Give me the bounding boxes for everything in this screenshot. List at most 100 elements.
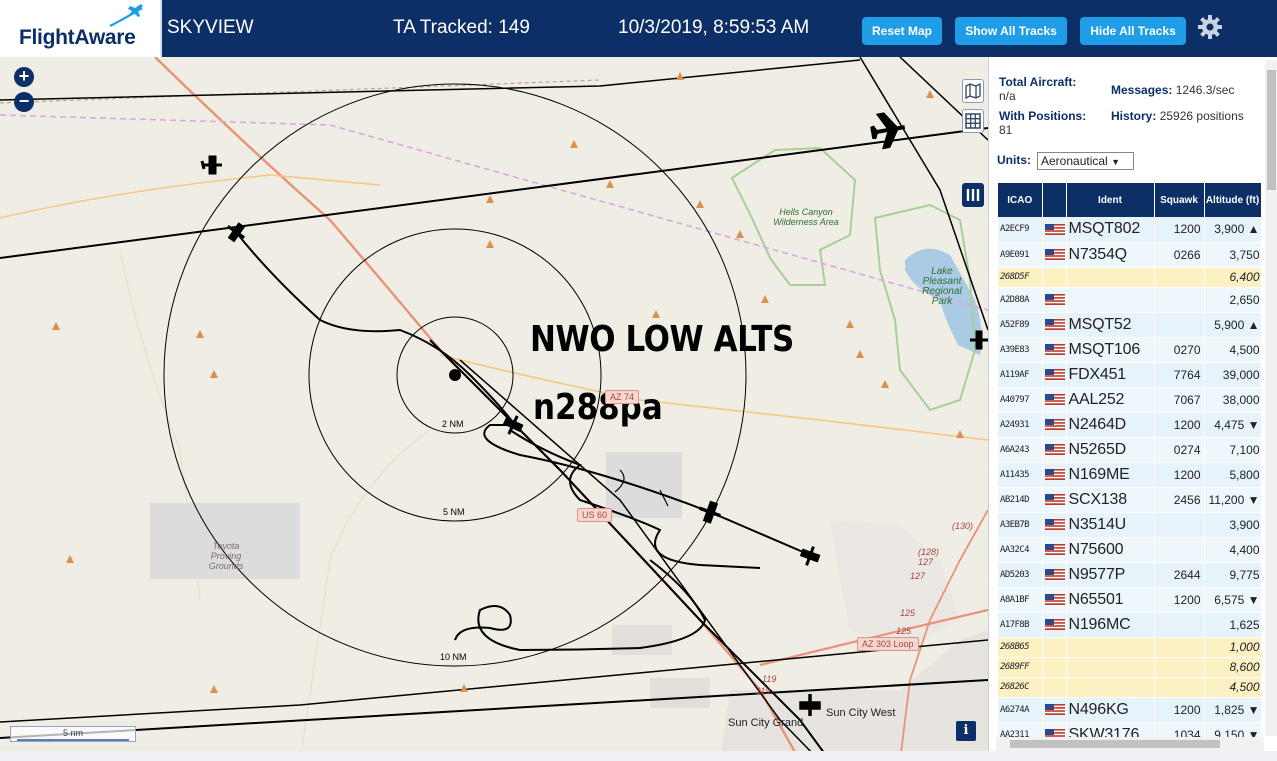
squawk-cell <box>1154 312 1205 338</box>
road-number-127a: 127 <box>918 557 934 567</box>
sidebar-vertical-scrollbar[interactable] <box>1265 60 1277 736</box>
table-row[interactable]: AB214D SCX138 2456 11,200 ▼ <box>998 487 1261 513</box>
aircraft-icon[interactable] <box>799 544 821 568</box>
with-positions-label: With Positions: <box>999 109 1087 123</box>
map-info-button[interactable]: i <box>956 721 976 741</box>
aircraft-icon[interactable] <box>200 155 222 175</box>
ident-cell: MSQT52 <box>1066 312 1155 338</box>
icao-cell: A3EB7B <box>998 512 1043 538</box>
columns-toggle-button[interactable] <box>962 183 984 207</box>
table-row[interactable]: AD5203 N9577P 2644 9,775 <box>998 562 1261 588</box>
column-header-ident[interactable]: Ident <box>1066 183 1155 217</box>
table-row[interactable]: 26826C 4,500 <box>998 677 1261 698</box>
squawk-cell: 1200 <box>1154 462 1205 488</box>
us-flag-icon <box>1044 468 1065 480</box>
altitude-cell: 39,000 <box>1204 362 1261 388</box>
us-flag-icon <box>1044 493 1065 505</box>
ident-cell <box>1066 267 1155 288</box>
altitude-cell: 2,650 <box>1204 287 1261 313</box>
vertical-scroll-thumb[interactable] <box>1267 70 1276 190</box>
flag-cell <box>1042 487 1067 513</box>
altitude-cell: 7,100 <box>1204 437 1261 463</box>
flightaware-logo[interactable]: FlightAware <box>0 0 162 57</box>
icao-cell: AA32C4 <box>998 537 1043 563</box>
squawk-cell: 1200 <box>1154 412 1205 438</box>
table-row[interactable]: A3EB7B N3514U 3,900 <box>998 512 1261 538</box>
table-row[interactable]: A52F89 MSQT52 5,900 ▲ <box>998 312 1261 338</box>
table-row[interactable]: A2ECF9 MSQT802 1200 3,900 ▲ <box>998 217 1261 243</box>
table-row[interactable]: A8A1BF N65501 1200 6,575 ▼ <box>998 587 1261 613</box>
ident-cell: N9577P <box>1066 562 1155 588</box>
aircraft-table-container[interactable]: ICAO Ident Squawk Altitude (ft) A2ECF9 MS… <box>998 183 1261 737</box>
top-header: FlightAware SKYVIEW TA Tracked: 149 10/3… <box>0 0 1277 57</box>
flag-cell <box>1042 437 1067 463</box>
current-datetime: 10/3/2019, 8:59:53 AM <box>618 17 810 38</box>
table-row[interactable]: 268D5F 6,400 <box>998 267 1261 288</box>
road-number-127b: 127 <box>910 571 926 581</box>
flag-cell <box>1042 312 1067 338</box>
road-number-119a: 119 <box>762 674 777 684</box>
aircraft-sidebar: Total Aircraft: n/a Messages: 1246.3/sec… <box>988 57 1277 761</box>
table-row[interactable]: AA2311 SKW3176 1034 9,150 ▼ <box>998 722 1261 737</box>
map-icon <box>965 83 981 99</box>
altitude-cell: 3,900 <box>1204 512 1261 538</box>
table-row[interactable]: A11435 N169ME 1200 5,800 <box>998 462 1261 488</box>
map-canvas[interactable] <box>0 57 988 761</box>
grid-toggle-button[interactable] <box>962 109 984 133</box>
logo-text: FlightAware <box>19 26 136 49</box>
column-header-icao[interactable]: ICAO <box>998 183 1043 217</box>
map-layers-button[interactable] <box>962 79 984 103</box>
table-row[interactable]: 2689FF 8,600 <box>998 657 1261 678</box>
zoom-in-button[interactable]: + <box>14 67 34 87</box>
aircraft-icon[interactable] <box>697 500 724 524</box>
table-row[interactable]: A6A243 N5265D 0274 7,100 <box>998 437 1261 463</box>
column-header-flag[interactable] <box>1042 183 1067 217</box>
app-name: SKYVIEW <box>167 17 254 38</box>
altitude-cell: 8,600 <box>1204 657 1261 678</box>
minor-road-west <box>0 174 381 219</box>
table-row[interactable]: A2D88A 2,650 <box>998 287 1261 313</box>
table-horizontal-scrollbar[interactable] <box>996 737 1264 751</box>
table-row[interactable]: A39E83 MSQT106 0270 4,500 <box>998 337 1261 363</box>
table-row[interactable]: A40797 AAL252 7067 38,000 <box>998 387 1261 413</box>
place-label-lake-pleasant: Lake Pleasant Regional Park <box>922 266 962 307</box>
altitude-cell: 5,900 ▲ <box>1204 312 1261 338</box>
skyview-app: FlightAware SKYVIEW TA Tracked: 149 10/3… <box>0 0 1277 761</box>
icao-cell: 268B65 <box>998 637 1043 658</box>
altitude-cell: 38,000 <box>1204 387 1261 413</box>
boundary-line <box>0 114 988 311</box>
table-row[interactable]: A17F8B N196MC 1,625 <box>998 612 1261 638</box>
flag-cell <box>1042 657 1067 678</box>
ident-cell: N2464D <box>1066 412 1155 438</box>
history-label: History: <box>1111 109 1157 123</box>
gear-icon[interactable] <box>1197 14 1223 40</box>
squawk-cell: 0274 <box>1154 437 1205 463</box>
dashed-line-north <box>0 79 601 104</box>
table-row[interactable]: A6274A N496KG 1200 1,825 ▼ <box>998 697 1261 723</box>
reset-map-button[interactable]: Reset Map <box>862 17 942 45</box>
table-header-row: ICAO Ident Squawk Altitude (ft) <box>998 183 1261 217</box>
table-row[interactable]: A119AF FDX451 7764 39,000 <box>998 362 1261 388</box>
us-flag-icon <box>1044 223 1065 235</box>
aircraft-icon[interactable] <box>223 220 249 245</box>
icao-cell: AA2311 <box>998 722 1043 737</box>
table-row[interactable]: A9E091 N7354Q 0266 3,750 <box>998 242 1261 268</box>
altitude-cell: 6,400 <box>1204 267 1261 288</box>
squawk-cell: 0266 <box>1154 242 1205 268</box>
column-header-squawk[interactable]: Squawk <box>1154 183 1205 217</box>
units-select[interactable]: Aeronautical ▼ <box>1037 152 1134 170</box>
zoom-out-button[interactable]: − <box>14 92 34 112</box>
us-flag-icon <box>1044 443 1065 455</box>
annotation-callsign: n288pa <box>533 387 663 428</box>
table-row[interactable]: 268B65 1,000 <box>998 637 1261 658</box>
flag-cell <box>1042 677 1067 698</box>
show-all-tracks-button[interactable]: Show All Tracks <box>955 17 1067 45</box>
table-row[interactable]: A24931 N2464D 1200 4,475 ▼ <box>998 412 1261 438</box>
ident-cell <box>1066 677 1155 698</box>
column-header-altitude[interactable]: Altitude (ft) <box>1204 183 1261 217</box>
hide-all-tracks-button[interactable]: Hide All Tracks <box>1080 17 1186 45</box>
map-area[interactable]: + − NWO LOW ALTS n288pa 2 NM 5 NM 10 NM … <box>0 57 988 761</box>
horizontal-scroll-thumb[interactable] <box>1010 740 1220 748</box>
altitude-cell: 1,625 <box>1204 612 1261 638</box>
table-row[interactable]: AA32C4 N75600 4,400 <box>998 537 1261 563</box>
